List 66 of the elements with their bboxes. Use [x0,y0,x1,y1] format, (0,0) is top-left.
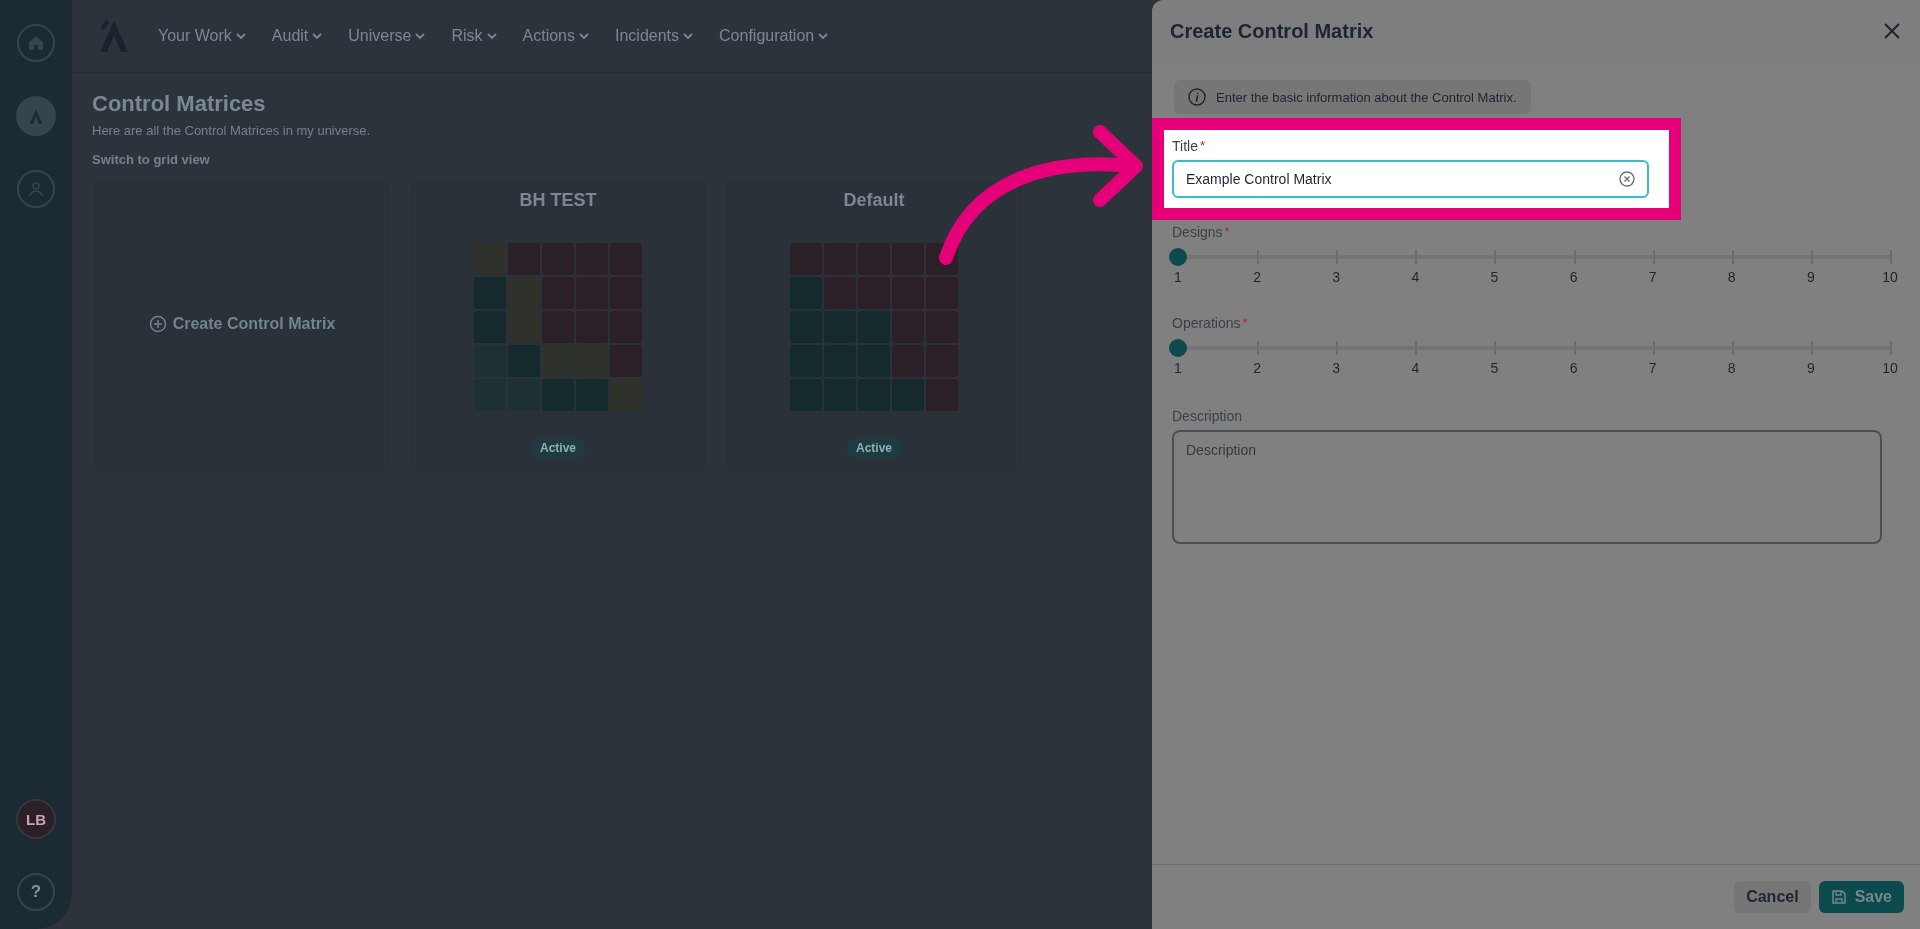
help-button[interactable]: ? [17,873,55,911]
page-subtitle: Here are all the Control Matrices in my universe. [92,123,371,138]
status-badge: Active [530,438,586,458]
status-badge: Active [846,438,902,458]
nav-menu-item[interactable]: Incidents [615,27,694,45]
description-field[interactable]: Description [1172,430,1882,544]
info-text: Enter the basic information about the Control Matrix. [1216,89,1517,105]
chevron-down-icon [683,32,694,40]
tick-label: 6 [1569,360,1578,376]
home-icon[interactable] [17,24,55,62]
page-title: Control Matrices [92,91,266,117]
create-matrix-button[interactable]: Create Control Matrix [142,314,342,334]
title-input[interactable]: Example Control Matrix [1172,160,1649,198]
required-asterisk: * [1199,138,1205,154]
tick-label: 5 [1490,360,1499,376]
tick-label: 1 [1174,360,1182,376]
view-toggle-link[interactable]: Switch to grid view [92,152,210,167]
tick-label: 5 [1490,269,1499,285]
clear-icon[interactable] [1619,171,1635,187]
chevron-down-icon [235,32,246,40]
field-label: Title [1172,138,1198,154]
tick-label: 7 [1648,360,1657,376]
tick-label: 10 [1882,269,1898,285]
tick-label: 8 [1727,269,1736,285]
user-avatar[interactable]: LB [16,799,56,839]
tick-label: 9 [1807,269,1815,285]
save-button[interactable]: Save [1818,881,1904,913]
slider-thumb[interactable] [1169,339,1187,357]
cancel-button[interactable]: Cancel [1734,881,1811,913]
nav-menu-item[interactable]: Audit [271,27,323,45]
nav-menu-item[interactable]: Risk [451,27,497,45]
tick-label: 1 [1174,269,1182,285]
tick-label: 9 [1807,360,1815,376]
info-icon [1188,88,1206,106]
tick-label: 4 [1411,360,1420,376]
matrix-title: Default [843,190,905,211]
user-group-icon[interactable] [17,170,55,208]
slider-thumb[interactable] [1169,248,1187,266]
tick-label: 2 [1253,269,1261,285]
plus-circle-icon [148,315,167,333]
nav-menu-item[interactable]: Actions [522,27,589,45]
tick-label: 4 [1411,269,1420,285]
chevron-down-icon [486,32,497,40]
chevron-down-icon [312,32,323,40]
field-label: Designs [1172,224,1223,240]
tick-label: 7 [1648,269,1657,285]
nav-menu-item[interactable]: Your Work [158,27,246,45]
tick-label: 8 [1727,360,1736,376]
chevron-down-icon [818,32,829,40]
logo-icon[interactable] [16,96,56,136]
tick-label: 3 [1332,269,1341,285]
tick-label: 3 [1332,360,1341,376]
required-asterisk: * [1242,315,1248,331]
tick-label: 6 [1569,269,1578,285]
close-icon[interactable] [1884,23,1900,39]
nav-menu-item[interactable]: Configuration [719,27,829,45]
field-label: Operations [1172,315,1241,331]
matrix-title: BH TEST [519,190,597,211]
chevron-down-icon [415,32,426,40]
required-asterisk: * [1224,224,1230,240]
field-label: Description [1172,408,1243,424]
drawer-title: Create Control Matrix [1170,19,1374,43]
chevron-down-icon [579,32,589,40]
tick-label: 2 [1253,360,1261,376]
tick-label: 10 [1882,360,1898,376]
nav-menu-item[interactable]: Universe [348,27,426,45]
